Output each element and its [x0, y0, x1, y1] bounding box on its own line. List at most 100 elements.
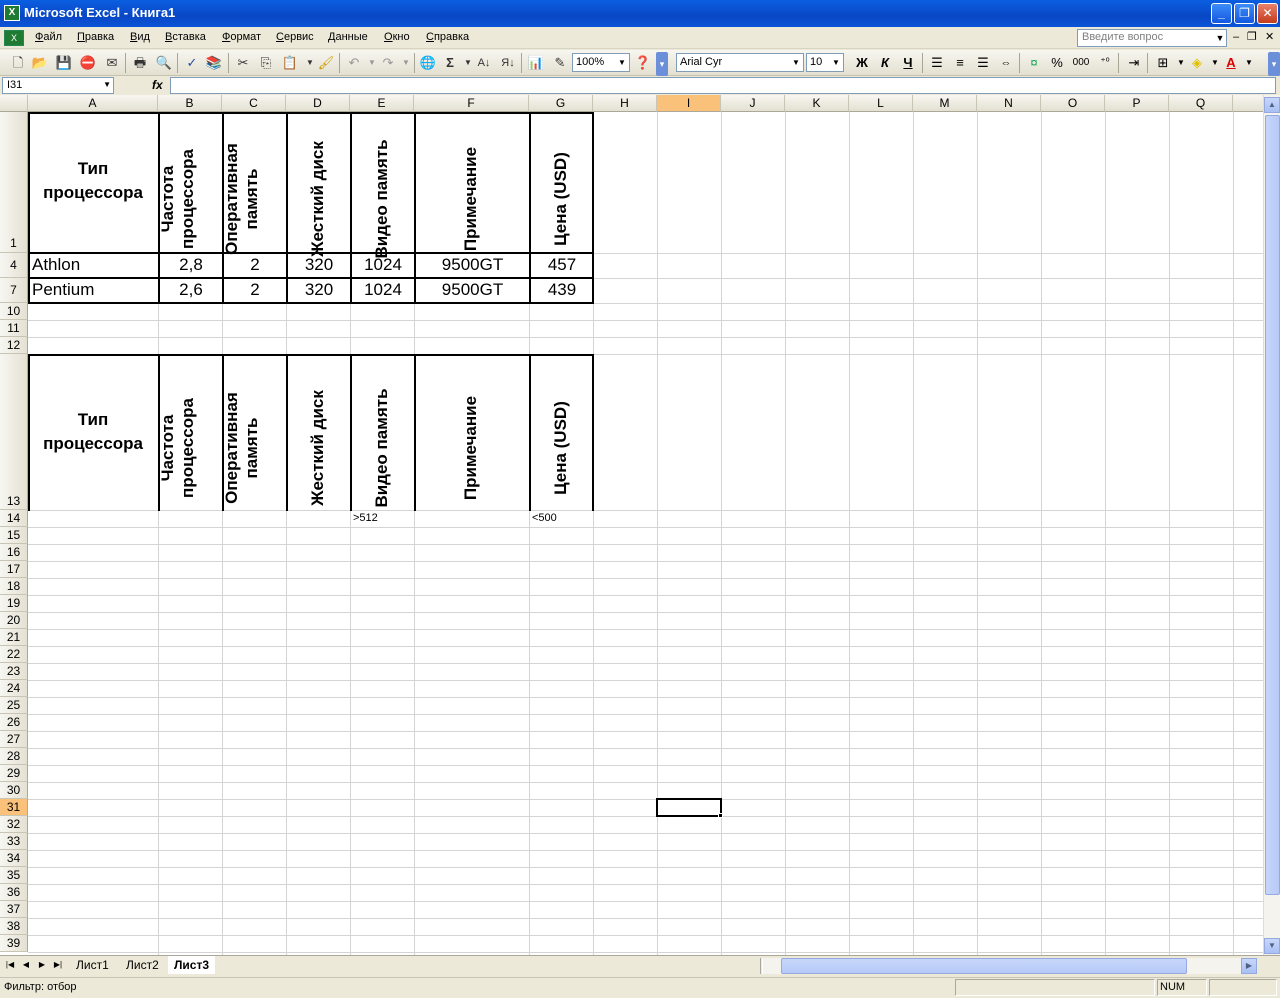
- thousands-separator-button[interactable]: 000: [1070, 53, 1092, 73]
- row-header[interactable]: 33: [0, 833, 28, 850]
- column-header[interactable]: B: [158, 95, 222, 112]
- cell-b7[interactable]: 2,6: [160, 280, 222, 300]
- align-center-icon[interactable]: ≡: [949, 53, 971, 73]
- name-box[interactable]: I31 ▼: [2, 77, 114, 94]
- workbook-icon[interactable]: X: [4, 30, 24, 46]
- row-header[interactable]: 28: [0, 748, 28, 765]
- column-header[interactable]: L: [849, 95, 913, 112]
- cell-c7[interactable]: 2: [224, 280, 286, 300]
- spreadsheet-grid[interactable]: A B C D E F G H I J K L M N O P Q 1 4 7 …: [0, 95, 1263, 955]
- workbook-minimize-button[interactable]: –: [1233, 31, 1239, 43]
- row-header[interactable]: 22: [0, 646, 28, 663]
- row-header[interactable]: 19: [0, 595, 28, 612]
- sort-descending-icon[interactable]: Я↓: [498, 53, 518, 73]
- row-header[interactable]: 4: [0, 253, 28, 278]
- column-header[interactable]: E: [350, 95, 414, 112]
- column-header[interactable]: Q: [1169, 95, 1233, 112]
- percent-button[interactable]: %: [1046, 53, 1068, 73]
- sheet-tab-3-active[interactable]: Лист3: [168, 956, 216, 974]
- merge-center-icon[interactable]: ⇔: [995, 53, 1017, 73]
- email-icon[interactable]: ✉: [102, 53, 122, 73]
- increase-decimal-icon[interactable]: ⁺⁰: [1094, 53, 1116, 73]
- row-header[interactable]: 21: [0, 629, 28, 646]
- active-cell-i31[interactable]: [656, 798, 722, 817]
- cell-g7[interactable]: 439: [531, 280, 593, 300]
- menu-tools[interactable]: Сервис: [276, 31, 314, 43]
- column-header[interactable]: C: [222, 95, 286, 112]
- cell-a4[interactable]: Athlon: [32, 255, 156, 275]
- column-header[interactable]: O: [1041, 95, 1105, 112]
- row-header[interactable]: 15: [0, 527, 28, 544]
- zoom-select[interactable]: 100% ▼: [572, 53, 630, 72]
- cell-e14[interactable]: >512: [353, 512, 413, 524]
- undo-icon[interactable]: ↶: [344, 53, 364, 73]
- print-icon[interactable]: 🖶: [130, 53, 150, 73]
- save-icon[interactable]: 💾: [54, 53, 74, 73]
- column-header[interactable]: K: [785, 95, 849, 112]
- spelling-icon[interactable]: ✓: [182, 53, 202, 73]
- row-header[interactable]: 24: [0, 680, 28, 697]
- row-header[interactable]: 16: [0, 544, 28, 561]
- row-header[interactable]: 18: [0, 578, 28, 595]
- menu-insert[interactable]: Вставка: [165, 31, 206, 43]
- prev-sheet-icon[interactable]: ◀: [20, 958, 32, 972]
- column-header[interactable]: H: [593, 95, 657, 112]
- sheet-tab-1[interactable]: Лист1: [70, 956, 115, 974]
- workbook-close-button[interactable]: ✕: [1265, 30, 1274, 43]
- select-all-corner[interactable]: [0, 95, 28, 112]
- menu-edit[interactable]: Правка: [77, 31, 114, 43]
- chevron-down-icon[interactable]: ▼: [790, 55, 802, 70]
- column-header-selected[interactable]: I: [657, 95, 721, 112]
- row-header[interactable]: 7: [0, 278, 28, 303]
- sheet-tab-2[interactable]: Лист2: [120, 956, 165, 974]
- chevron-down-icon[interactable]: ▼: [616, 55, 628, 70]
- align-left-icon[interactable]: ☰: [926, 53, 948, 73]
- underline-button[interactable]: Ч: [897, 53, 919, 73]
- help-icon[interactable]: ❓: [633, 53, 653, 73]
- cell-g4[interactable]: 457: [531, 255, 593, 275]
- header-video-memory[interactable]: Видео память: [350, 129, 414, 269]
- header-note[interactable]: Примечание: [439, 129, 503, 269]
- menu-window[interactable]: Окно: [384, 31, 410, 43]
- insert-function-icon[interactable]: fx: [152, 78, 163, 92]
- chevron-down-icon[interactable]: ▼: [396, 53, 416, 73]
- cell-a7[interactable]: Pentium: [32, 280, 156, 300]
- last-sheet-icon[interactable]: ▶|: [52, 958, 64, 972]
- menu-data[interactable]: Данные: [328, 31, 368, 43]
- row-header[interactable]: 26: [0, 714, 28, 731]
- italic-button[interactable]: К: [874, 53, 896, 73]
- criteria-header-price[interactable]: Цена (USD): [529, 374, 593, 522]
- column-header[interactable]: G: [529, 95, 593, 112]
- paste-icon[interactable]: 📋: [280, 53, 300, 73]
- menu-view[interactable]: Вид: [130, 31, 150, 43]
- row-header[interactable]: 14: [0, 510, 28, 527]
- row-header[interactable]: 17: [0, 561, 28, 578]
- print-preview-icon[interactable]: 🔍: [154, 53, 174, 73]
- header-hard-disk[interactable]: Жесткий диск: [286, 129, 350, 269]
- format-painter-icon[interactable]: 🖌: [316, 53, 336, 73]
- row-header[interactable]: 13: [0, 354, 28, 510]
- currency-icon[interactable]: ¤: [1023, 53, 1045, 73]
- row-header[interactable]: 20: [0, 612, 28, 629]
- cut-icon[interactable]: ✂: [233, 53, 253, 73]
- font-name-select[interactable]: Arial Cyr ▼: [676, 53, 804, 72]
- column-header[interactable]: M: [913, 95, 977, 112]
- next-sheet-icon[interactable]: ▶: [36, 958, 48, 972]
- drawing-icon[interactable]: ✎: [550, 53, 570, 73]
- row-header[interactable]: 12: [0, 337, 28, 354]
- row-header[interactable]: 30: [0, 782, 28, 799]
- cell-f7[interactable]: 9500GT: [416, 280, 529, 300]
- research-icon[interactable]: 📚: [204, 53, 224, 73]
- first-sheet-icon[interactable]: |◀: [4, 958, 16, 972]
- toolbar-options-icon[interactable]: ▾: [656, 52, 668, 76]
- redo-icon[interactable]: ↷: [378, 53, 398, 73]
- criteria-header-cpu-frequency[interactable]: Частота процессора: [158, 374, 222, 522]
- permission-icon[interactable]: ⛔: [78, 53, 98, 73]
- column-header[interactable]: D: [286, 95, 350, 112]
- scroll-up-icon[interactable]: ▲: [1264, 97, 1280, 113]
- row-header[interactable]: 10: [0, 303, 28, 320]
- excel-icon[interactable]: X: [4, 5, 20, 21]
- criteria-header-hard-disk[interactable]: Жесткий диск: [286, 374, 350, 522]
- cell-d7[interactable]: 320: [288, 280, 350, 300]
- indent-icon[interactable]: ⇥: [1123, 53, 1145, 73]
